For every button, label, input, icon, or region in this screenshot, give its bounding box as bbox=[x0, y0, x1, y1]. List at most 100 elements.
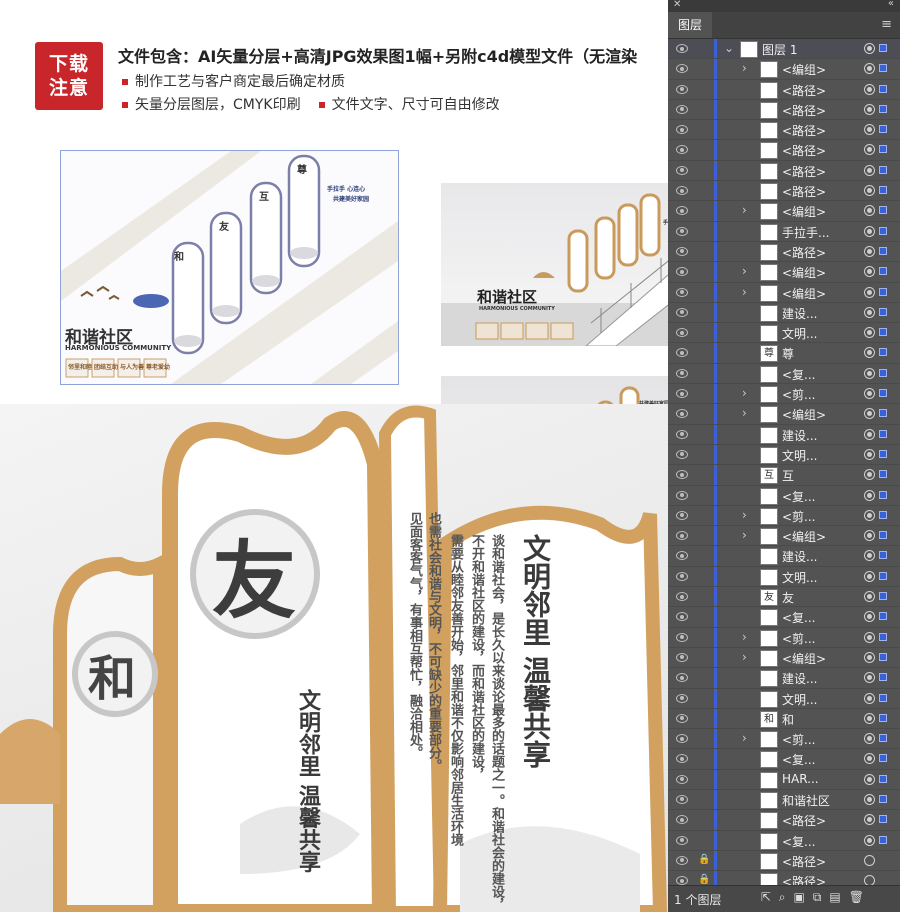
target-circle-icon[interactable] bbox=[864, 63, 875, 75]
target-circle-icon[interactable] bbox=[864, 83, 875, 95]
chevron-right-icon[interactable]: › bbox=[742, 630, 747, 644]
visibility-eye-icon[interactable] bbox=[676, 429, 688, 439]
target-circle-icon[interactable] bbox=[864, 834, 875, 846]
layer-row[interactable]: › <编组> bbox=[668, 201, 900, 222]
layer-name[interactable]: <编组> bbox=[782, 264, 826, 281]
layer-row[interactable]: › <剪... bbox=[668, 627, 900, 648]
visibility-eye-icon[interactable] bbox=[676, 612, 688, 622]
target-circle-icon[interactable] bbox=[864, 367, 875, 379]
layer-name[interactable]: <剪... bbox=[782, 630, 816, 647]
layer-name[interactable]: <路径> bbox=[782, 122, 826, 139]
layer-row[interactable]: <路径> bbox=[668, 140, 900, 161]
layer-name[interactable]: <路径> bbox=[782, 102, 826, 119]
tab-layers[interactable]: 图层 bbox=[668, 12, 713, 38]
layer-name[interactable]: 和谐社区 bbox=[782, 792, 830, 809]
chevron-right-icon[interactable]: › bbox=[742, 406, 747, 420]
visibility-eye-icon[interactable] bbox=[676, 267, 688, 277]
target-circle-icon[interactable] bbox=[864, 712, 875, 724]
layer-name[interactable]: 建设... bbox=[782, 427, 817, 444]
selection-square-icon[interactable] bbox=[879, 713, 887, 722]
layer-name[interactable]: <路径> bbox=[782, 142, 826, 159]
delete-icon[interactable]: 🗑 bbox=[849, 890, 872, 904]
locate-object-icon[interactable]: ⌕ bbox=[779, 890, 794, 904]
selection-square-icon[interactable] bbox=[879, 592, 887, 601]
selection-square-icon[interactable] bbox=[879, 652, 887, 661]
selection-square-icon[interactable] bbox=[879, 246, 887, 255]
visibility-eye-icon[interactable] bbox=[676, 368, 688, 378]
target-circle-icon[interactable] bbox=[864, 327, 875, 339]
selection-square-icon[interactable] bbox=[879, 206, 887, 215]
layer-row[interactable]: ⌄ 图层 1 bbox=[668, 39, 900, 60]
visibility-eye-icon[interactable] bbox=[676, 165, 688, 175]
layer-row[interactable]: 文明... bbox=[668, 566, 900, 588]
layer-name[interactable]: <复... bbox=[782, 609, 816, 626]
target-circle-icon[interactable] bbox=[864, 631, 875, 643]
layer-name[interactable]: <复... bbox=[782, 751, 816, 768]
selection-square-icon[interactable] bbox=[879, 490, 887, 499]
selection-square-icon[interactable] bbox=[879, 571, 887, 580]
lock-icon[interactable]: 🔒 bbox=[698, 854, 710, 865]
selection-square-icon[interactable] bbox=[879, 165, 887, 174]
visibility-eye-icon[interactable] bbox=[676, 125, 688, 135]
layer-row[interactable]: <路径> bbox=[668, 120, 900, 141]
selection-square-icon[interactable] bbox=[879, 673, 887, 682]
make-clip-mask-icon[interactable]: ▣ bbox=[794, 890, 813, 904]
target-circle-icon[interactable] bbox=[864, 408, 875, 420]
target-circle-icon[interactable] bbox=[864, 225, 875, 237]
selection-square-icon[interactable] bbox=[879, 186, 887, 195]
layer-name[interactable]: 文明... bbox=[782, 325, 817, 342]
target-circle-icon[interactable] bbox=[864, 814, 875, 826]
layer-name[interactable]: <路径> bbox=[782, 244, 826, 261]
selection-square-icon[interactable] bbox=[879, 734, 887, 743]
selection-square-icon[interactable] bbox=[879, 815, 887, 824]
layer-row[interactable]: <复... bbox=[668, 607, 900, 628]
visibility-eye-icon[interactable] bbox=[676, 206, 688, 216]
visibility-eye-icon[interactable] bbox=[676, 713, 688, 723]
layer-row[interactable]: › <编组> bbox=[668, 59, 900, 80]
visibility-eye-icon[interactable] bbox=[676, 246, 688, 256]
layer-row[interactable]: <路径> bbox=[668, 181, 900, 202]
layer-row[interactable]: 建设... bbox=[668, 546, 900, 567]
layer-row[interactable]: › <编组> bbox=[668, 262, 900, 283]
layer-name[interactable]: <复... bbox=[782, 833, 816, 850]
selection-square-icon[interactable] bbox=[879, 409, 887, 418]
visibility-eye-icon[interactable] bbox=[676, 226, 688, 236]
layer-row[interactable]: 文明... bbox=[668, 444, 900, 466]
layer-row[interactable]: 手拉手... bbox=[668, 221, 900, 242]
selection-square-icon[interactable] bbox=[879, 104, 887, 113]
layer-name[interactable]: <编组> bbox=[782, 528, 826, 545]
layer-name[interactable]: HAR... bbox=[782, 772, 819, 786]
layer-row[interactable]: <路径> bbox=[668, 79, 900, 100]
layer-row[interactable]: HAR... bbox=[668, 769, 900, 790]
selection-square-icon[interactable] bbox=[879, 449, 887, 458]
layer-row[interactable]: <路径> bbox=[668, 810, 900, 831]
visibility-eye-icon[interactable] bbox=[676, 409, 688, 419]
target-circle-icon[interactable] bbox=[864, 306, 875, 318]
layer-name[interactable]: <路径> bbox=[782, 853, 826, 870]
chevron-right-icon[interactable]: › bbox=[742, 203, 747, 217]
layer-row[interactable]: › <编组> bbox=[668, 526, 900, 547]
layer-name[interactable]: 文明... bbox=[782, 447, 817, 464]
layer-name[interactable]: 手拉手... bbox=[782, 224, 829, 241]
chevron-right-icon[interactable]: › bbox=[742, 264, 747, 278]
selection-square-icon[interactable] bbox=[879, 44, 887, 52]
selection-square-icon[interactable] bbox=[879, 64, 887, 73]
chevron-right-icon[interactable]: › bbox=[742, 528, 747, 542]
selection-square-icon[interactable] bbox=[879, 774, 887, 783]
target-circle-icon[interactable] bbox=[864, 611, 875, 623]
chevron-right-icon[interactable]: › bbox=[742, 285, 747, 299]
layer-row[interactable]: <复... bbox=[668, 485, 900, 506]
layer-name[interactable]: <路径> bbox=[782, 812, 826, 829]
selection-square-icon[interactable] bbox=[879, 287, 887, 296]
layer-name[interactable]: 互 bbox=[782, 467, 794, 484]
new-layer-icon[interactable]: ▤ bbox=[829, 890, 848, 904]
new-sublayer-icon[interactable]: ⧉ bbox=[813, 890, 830, 904]
selection-square-icon[interactable] bbox=[879, 226, 887, 235]
target-circle-icon[interactable] bbox=[864, 164, 875, 176]
target-circle-icon[interactable] bbox=[864, 591, 875, 603]
target-circle-icon[interactable] bbox=[864, 570, 875, 582]
selection-square-icon[interactable] bbox=[879, 389, 887, 398]
target-circle-icon[interactable] bbox=[864, 489, 875, 501]
selection-square-icon[interactable] bbox=[879, 368, 887, 377]
layer-row[interactable]: 建设... bbox=[668, 302, 900, 324]
